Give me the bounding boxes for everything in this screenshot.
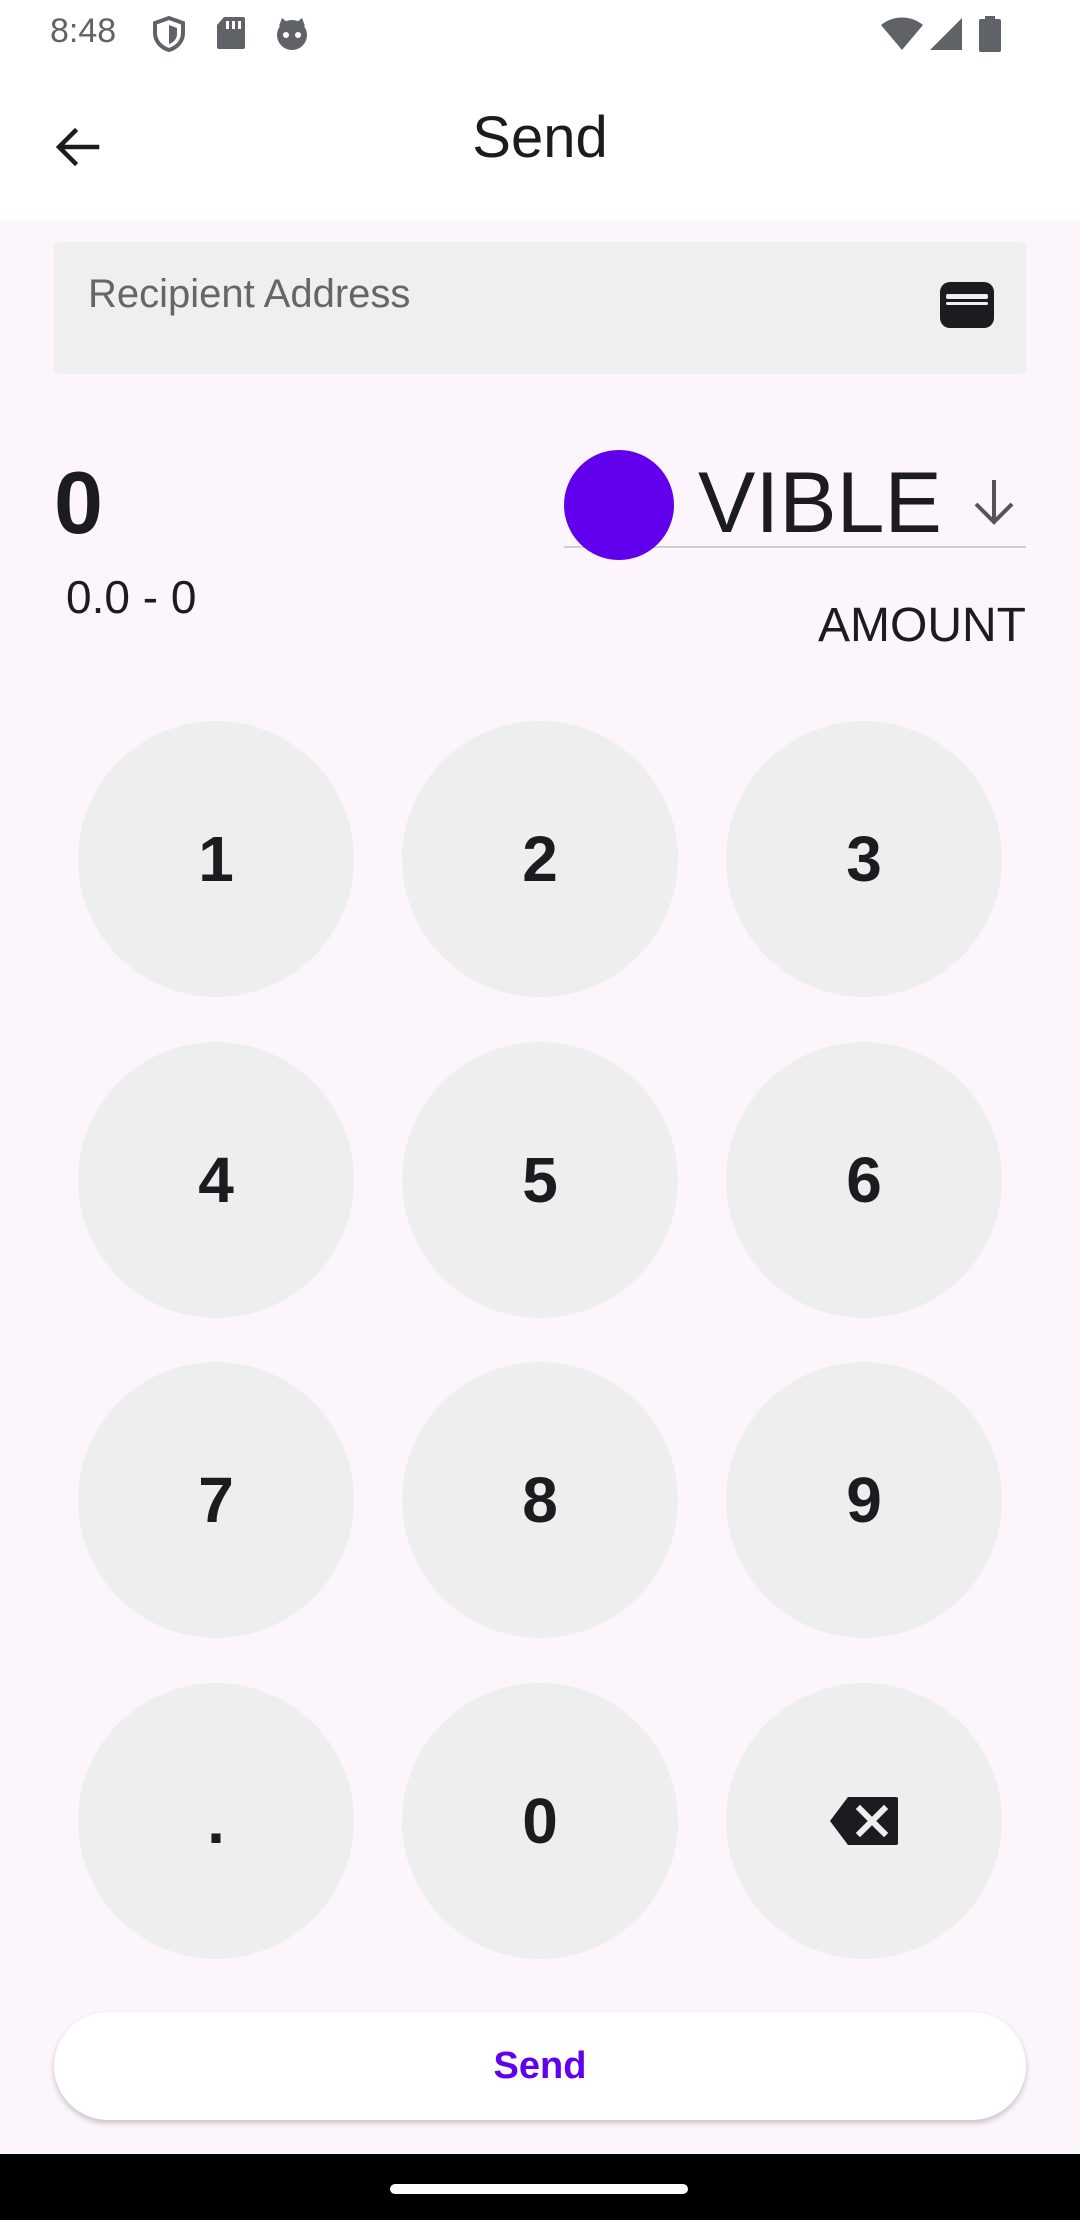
app-bar: Send xyxy=(0,66,1080,220)
recipient-address-input[interactable]: Recipient Address xyxy=(54,242,1026,374)
navigation-bar xyxy=(0,2154,1080,2220)
recipient-address-placeholder: Recipient Address xyxy=(88,272,411,316)
shield-icon xyxy=(153,16,185,52)
key-7[interactable]: 7 xyxy=(78,1362,354,1638)
key-9[interactable]: 9 xyxy=(726,1362,1002,1638)
wifi-icon xyxy=(881,17,923,50)
key-4[interactable]: 4 xyxy=(78,1042,354,1318)
send-button[interactable]: Send xyxy=(54,2012,1026,2120)
status-time: 8:48 xyxy=(50,12,117,50)
home-handle[interactable] xyxy=(390,2184,688,2194)
wallet-icon xyxy=(940,282,994,328)
token-selector[interactable]: VIBLE xyxy=(564,448,1026,560)
key-3[interactable]: 3 xyxy=(726,721,1002,997)
amount-value: 0 xyxy=(54,453,103,552)
amount-label: AMOUNT xyxy=(818,599,1026,652)
cat-face-icon xyxy=(277,18,307,50)
arrow-down-icon xyxy=(974,480,1014,525)
key-decimal[interactable]: . xyxy=(78,1683,354,1959)
key-8[interactable]: 8 xyxy=(402,1362,678,1638)
wallet-button[interactable] xyxy=(938,280,996,330)
key-1[interactable]: 1 xyxy=(78,721,354,997)
battery-icon xyxy=(979,16,1001,52)
key-5[interactable]: 5 xyxy=(402,1042,678,1318)
key-6[interactable]: 6 xyxy=(726,1042,1002,1318)
backspace-icon xyxy=(830,1797,898,1845)
amount-range: 0.0 - 0 xyxy=(66,571,197,623)
token-logo xyxy=(564,450,674,560)
sd-card-icon xyxy=(217,17,245,49)
page-title: Send xyxy=(472,105,608,170)
key-2[interactable]: 2 xyxy=(402,721,678,997)
key-0[interactable]: 0 xyxy=(402,1683,678,1959)
cell-signal-icon xyxy=(930,18,962,50)
status-bar: 8:48 xyxy=(0,0,1080,66)
backspace-key[interactable] xyxy=(726,1683,1002,1959)
token-name: VIBLE xyxy=(698,455,942,551)
